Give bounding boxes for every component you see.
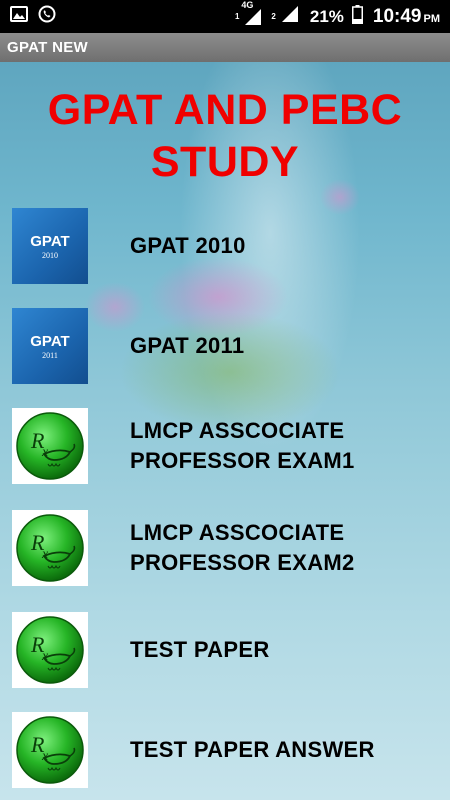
status-bar: 1 4G 2 21% 10:49 PM [0,0,450,33]
page-title-line2: STUDY [150,138,300,186]
thumb-bottom-text: 2010 [42,250,58,260]
thumb-top-text: GPAT [30,232,70,250]
page-title: GPAT AND PEBC STUDY [0,84,450,188]
signal-sim2-icon [280,5,300,28]
list-item-test-paper-answer[interactable]: R x TEST PAPER ANSWER [12,712,432,788]
list-item-test-paper[interactable]: R x TEST PAPER [12,612,432,688]
gpat-2010-icon: GPAT 2010 [12,208,88,284]
list-item-label-line2: PROFESSOR EXAM1 [130,448,355,473]
clock-ampm: PM [423,12,441,25]
list-item-gpat-2011[interactable]: GPAT 2011 GPAT 2011 [12,308,432,384]
page-title-line1: GPAT AND PEBC [47,86,403,134]
gpat-2011-icon: GPAT 2011 [12,308,88,384]
list-item-label: GPAT 2010 [130,233,246,258]
list-item-label: LMCP ASSCOCIATE PROFESSOR EXAM2 [130,518,355,578]
list-item-lmcp-exam2[interactable]: R x LMCP ASSCOCIATE PROFESSOR EXAM2 [12,510,432,586]
action-bar: GPAT NEW [0,33,450,62]
rx-lamp-icon: R x [12,712,88,788]
main-content: GPAT AND PEBC STUDY GPAT 2010 GPAT 2010 … [0,62,450,800]
list-item-label: GPAT 2011 [130,333,245,358]
signal-4g-icon: 4G [241,0,263,26]
sim1-label: 1 [234,12,240,21]
battery-percent: 21% [309,6,344,26]
rx-lamp-icon: R x [12,408,88,484]
battery-icon [351,4,363,29]
list-item-label: TEST PAPER ANSWER [130,737,375,762]
list-item-label-line2: PROFESSOR EXAM2 [130,550,355,575]
app-title: GPAT NEW [7,39,89,56]
rx-lamp-icon: R x [12,612,88,688]
sim2-label: 2 [271,12,276,21]
list-item-lmcp-exam1[interactable]: R x LMCP ASSCOCIATE PROFESSOR EXAM1 [12,408,432,484]
list-item-label-line1: LMCP ASSCOCIATE [130,418,345,443]
clock-time: 10:49 [372,5,422,27]
whatsapp-notification-icon [38,5,56,28]
list-item-label-line1: LMCP ASSCOCIATE [130,520,345,545]
thumb-top-text: GPAT [30,332,70,350]
network-type-label: 4G [241,0,254,10]
thumb-bottom-text: 2011 [42,350,58,360]
rx-lamp-icon: R x [12,510,88,586]
list-item-gpat-2010[interactable]: GPAT 2010 GPAT 2010 [12,208,432,284]
list-item-label: LMCP ASSCOCIATE PROFESSOR EXAM1 [130,416,355,476]
list-item-label: TEST PAPER [130,637,270,662]
gallery-notification-icon [10,6,28,27]
